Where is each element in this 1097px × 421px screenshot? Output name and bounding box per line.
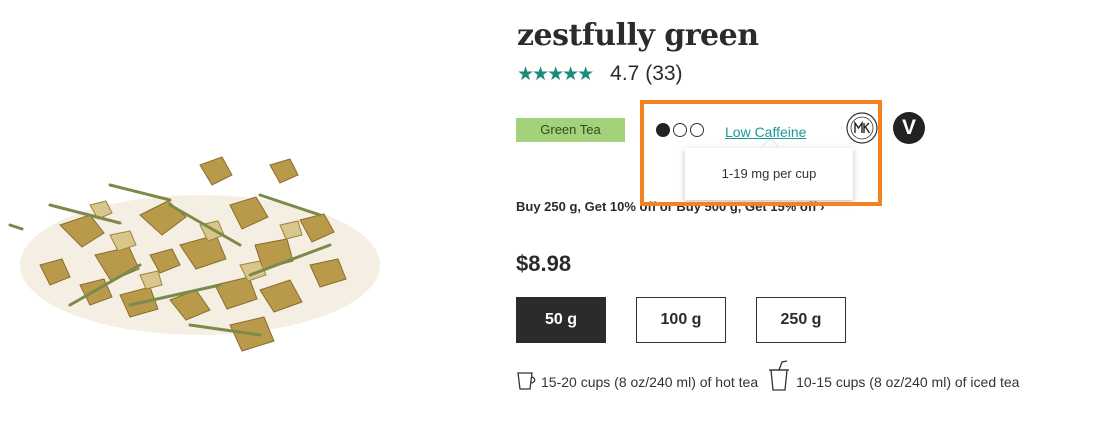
highlight-box [640, 100, 882, 206]
size-option-100g[interactable]: 100 g [636, 297, 726, 343]
rating[interactable]: ★★★★★ 4.7 (33) [517, 62, 683, 86]
tea-leaves-image [8, 156, 380, 352]
vegan-badge-icon: V [893, 112, 925, 144]
hot-tea-servings: 15-20 cups (8 oz/240 ml) of hot tea [541, 374, 759, 390]
iced-cup-icon [769, 360, 790, 391]
size-option-50g[interactable]: 50 g [516, 297, 606, 343]
iced-tea-servings: 10-15 cups (8 oz/240 ml) of iced tea [796, 374, 1020, 390]
price: $8.98 [516, 251, 572, 276]
size-selector: 50 g 100 g 250 g [516, 297, 846, 343]
product-image [8, 156, 380, 352]
rating-text[interactable]: 4.7 (33) [610, 62, 682, 86]
hot-cup-icon [517, 372, 536, 390]
size-option-250g[interactable]: 250 g [756, 297, 846, 343]
product-title: zestfully green [517, 18, 759, 53]
servings-info: 15-20 cups (8 oz/240 ml) of hot tea 10-1… [515, 360, 1019, 392]
rating-stars: ★★★★★ [517, 63, 594, 85]
tea-type-badge: Green Tea [516, 118, 625, 142]
